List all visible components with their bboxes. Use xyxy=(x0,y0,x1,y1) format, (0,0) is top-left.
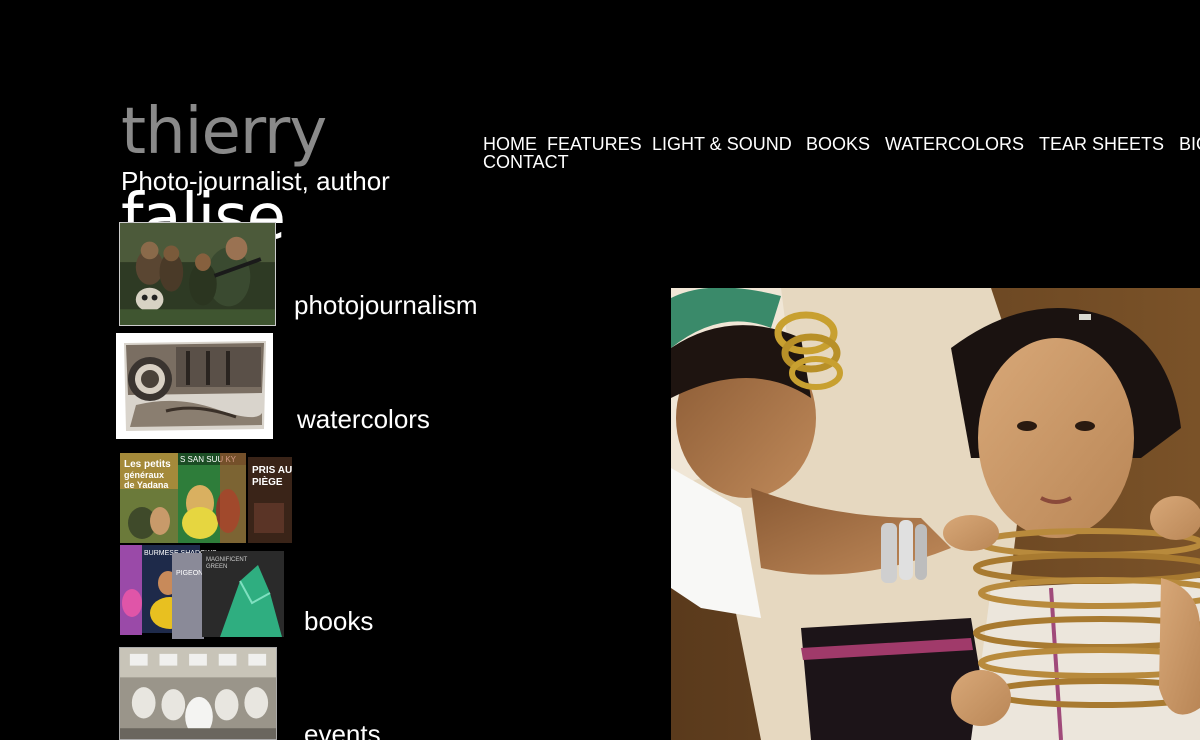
nav-features[interactable]: FEATURES xyxy=(547,135,642,153)
svg-text:de Yadana: de Yadana xyxy=(124,480,169,490)
logo-first-name[interactable]: thierry xyxy=(121,92,327,172)
books-image: Les petits généraux de Yadana S SAN SUU … xyxy=(120,453,292,639)
nav-watercolors[interactable]: WATERCOLORS xyxy=(885,135,1024,153)
nav-bio[interactable]: BIO xyxy=(1179,135,1200,153)
site-tagline: Photo-journalist, author xyxy=(121,166,390,196)
svg-text:PIÈGE: PIÈGE xyxy=(252,475,283,488)
events-link[interactable]: events xyxy=(304,719,381,740)
events-thumbnail[interactable] xyxy=(119,647,277,740)
nav-home[interactable]: HOME xyxy=(483,135,537,153)
svg-text:PIGEON: PIGEON xyxy=(176,570,203,577)
photojournalism-image xyxy=(120,223,275,325)
watercolors-thumbnail[interactable] xyxy=(116,333,273,439)
hero-photo xyxy=(671,288,1200,740)
photojournalism-thumbnail[interactable] xyxy=(119,222,276,326)
watercolors-link[interactable]: watercolors xyxy=(297,404,430,434)
photojournalism-link[interactable]: photojournalism xyxy=(294,290,478,320)
watercolors-image xyxy=(116,333,273,439)
books-link[interactable]: books xyxy=(304,606,373,636)
hero-image xyxy=(671,288,1200,740)
page: thierry falise Photo-journalist, author … xyxy=(0,0,1200,740)
nav-books[interactable]: BOOKS xyxy=(806,135,870,153)
books-thumbnail[interactable]: Les petits généraux de Yadana S SAN SUU … xyxy=(120,453,292,639)
svg-text:GREEN: GREEN xyxy=(206,564,227,570)
events-image xyxy=(120,648,276,739)
nav-tear-sheets[interactable]: TEAR SHEETS xyxy=(1039,135,1164,153)
nav-contact[interactable]: CONTACT xyxy=(483,153,569,171)
svg-text:généraux: généraux xyxy=(124,470,164,480)
svg-text:MAGNIFICENT: MAGNIFICENT xyxy=(206,557,248,563)
svg-text:Les petits: Les petits xyxy=(124,459,171,470)
nav-light-sound[interactable]: LIGHT & SOUND xyxy=(652,135,792,153)
svg-text:PRIS AU: PRIS AU xyxy=(252,465,292,476)
